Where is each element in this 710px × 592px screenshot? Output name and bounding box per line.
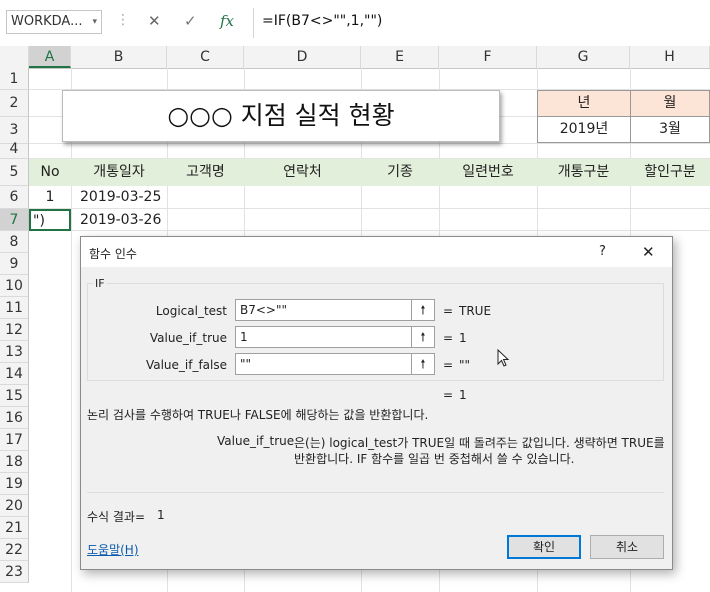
table-header-model[interactable]: 기종 bbox=[361, 159, 439, 186]
month-header-cell[interactable]: 월 bbox=[630, 90, 710, 117]
arg-input-value-if-false[interactable]: "" bbox=[235, 353, 415, 375]
table-header-serial[interactable]: 일련번호 bbox=[439, 159, 537, 186]
dialog-title: 함수 인수 bbox=[89, 247, 137, 261]
arg-label-value-if-true: Value_if_true bbox=[149, 331, 227, 345]
arg-help-line-2: 반환합니다. IF 함수를 일곱 번 중첩해서 쓸 수 있습니다. bbox=[294, 452, 575, 466]
column-header-f[interactable]: F bbox=[439, 46, 537, 68]
equals-sign: = bbox=[443, 358, 454, 372]
column-header-h[interactable]: H bbox=[630, 46, 710, 68]
select-all-corner[interactable] bbox=[0, 46, 29, 68]
column-header-e[interactable]: E bbox=[361, 46, 439, 68]
cell-a6[interactable]: 1 bbox=[29, 186, 71, 209]
formula-result-value: 1 bbox=[157, 508, 165, 522]
equals-sign: = bbox=[443, 388, 454, 402]
arg-result-value-if-false: "" bbox=[459, 358, 471, 372]
function-name-label: IF bbox=[93, 277, 107, 290]
arg-label-logical-test: Logical_test bbox=[155, 304, 227, 318]
ok-button[interactable]: 확인 bbox=[507, 535, 581, 559]
formula-result-label: 수식 결과= bbox=[87, 510, 146, 524]
row-header-21[interactable]: 21 bbox=[0, 517, 29, 539]
formula-buttons: ✕ ✓ fx bbox=[138, 10, 248, 34]
enter-icon[interactable]: ✓ bbox=[184, 12, 197, 30]
row-header-6[interactable]: 6 bbox=[0, 186, 29, 209]
arg-result-value-if-true: 1 bbox=[459, 331, 467, 345]
year-header-cell[interactable]: 년 bbox=[537, 90, 631, 117]
chevron-down-icon[interactable]: ▾ bbox=[92, 11, 97, 33]
overall-result: 1 bbox=[459, 388, 467, 402]
row-header-4[interactable]: 4 bbox=[0, 142, 29, 159]
gridline bbox=[29, 143, 710, 144]
cancel-icon[interactable]: ✕ bbox=[148, 12, 161, 30]
mouse-pointer-icon bbox=[497, 349, 510, 367]
row-header-10[interactable]: 10 bbox=[0, 275, 29, 297]
row-header-23[interactable]: 23 bbox=[0, 561, 29, 583]
row-header-14[interactable]: 14 bbox=[0, 363, 29, 385]
column-header-d[interactable]: D bbox=[244, 46, 361, 68]
cell-b6[interactable]: 2019-03-25 bbox=[80, 186, 161, 209]
cancel-button[interactable]: 취소 bbox=[590, 535, 664, 559]
column-header-b[interactable]: B bbox=[71, 46, 167, 68]
arg-input-value-if-true[interactable]: 1 bbox=[235, 326, 415, 348]
table-header-discount-type[interactable]: 할인구분 bbox=[630, 159, 710, 186]
column-headers: A B C D E F G H bbox=[0, 46, 710, 69]
gridline bbox=[71, 68, 72, 592]
row-header-2[interactable]: 2 bbox=[0, 90, 29, 117]
column-header-g[interactable]: G bbox=[537, 46, 630, 68]
column-header-c[interactable]: C bbox=[167, 46, 244, 68]
cell-a7-active[interactable]: ") bbox=[29, 209, 71, 231]
table-header-date[interactable]: 개통일자 bbox=[71, 159, 167, 186]
help-icon[interactable]: ? bbox=[599, 244, 606, 259]
equals-sign: = bbox=[443, 331, 454, 345]
year-value-cell[interactable]: 2019년 bbox=[537, 116, 631, 143]
row-header-8[interactable]: 8 bbox=[0, 231, 29, 253]
row-header-12[interactable]: 12 bbox=[0, 319, 29, 341]
row-header-17[interactable]: 17 bbox=[0, 429, 29, 451]
row-header-7[interactable]: 7 bbox=[0, 209, 29, 231]
drag-handle-icon[interactable]: ⋮ bbox=[116, 12, 130, 28]
table-header-activation-type[interactable]: 개통구분 bbox=[537, 159, 630, 186]
row-header-3[interactable]: 3 bbox=[0, 117, 29, 144]
row-header-19[interactable]: 19 bbox=[0, 473, 29, 495]
arg-help-name: Value_if_true bbox=[217, 434, 295, 448]
collapse-dialog-icon[interactable]: 🠕 bbox=[411, 353, 435, 375]
arg-label-value-if-false: Value_if_false bbox=[145, 358, 227, 372]
divider bbox=[87, 492, 664, 493]
formula-input[interactable]: =IF(B7<>"",1,"") bbox=[262, 13, 382, 29]
insert-function-icon[interactable]: fx bbox=[220, 12, 234, 30]
title-shape[interactable]: ○○○ 지점 실적 현황 bbox=[62, 90, 500, 142]
row-header-15[interactable]: 15 bbox=[0, 385, 29, 407]
name-box[interactable]: WORKDA... ▾ bbox=[6, 10, 102, 34]
row-header-18[interactable]: 18 bbox=[0, 451, 29, 473]
dialog-title-bar[interactable]: 함수 인수 ? ✕ bbox=[81, 237, 672, 267]
column-header-a[interactable]: A bbox=[29, 46, 71, 68]
name-box-value: WORKDA... bbox=[11, 14, 83, 29]
close-icon[interactable]: ✕ bbox=[642, 243, 655, 261]
formula-bar: WORKDA... ▾ ⋮ ✕ ✓ fx =IF(B7<>"",1,"") bbox=[0, 0, 710, 47]
row-header-20[interactable]: 20 bbox=[0, 495, 29, 517]
row-header-16[interactable]: 16 bbox=[0, 407, 29, 429]
table-header-no[interactable]: No bbox=[29, 159, 71, 186]
row-header-22[interactable]: 22 bbox=[0, 539, 29, 561]
row-header-11[interactable]: 11 bbox=[0, 297, 29, 319]
row-header-1[interactable]: 1 bbox=[0, 68, 29, 90]
cell-b7[interactable]: 2019-03-26 bbox=[80, 209, 161, 231]
collapse-dialog-icon[interactable]: 🠕 bbox=[411, 326, 435, 348]
arg-help-line-1: 은(는) logical_test가 TRUE일 때 돌려주는 값입니다. 생략… bbox=[294, 436, 665, 450]
collapse-dialog-icon[interactable]: 🠕 bbox=[411, 299, 435, 321]
arg-result-logical-test: TRUE bbox=[459, 304, 492, 318]
equals-sign: = bbox=[443, 304, 454, 318]
month-value-cell[interactable]: 3월 bbox=[630, 116, 710, 143]
row-header-13[interactable]: 13 bbox=[0, 341, 29, 363]
row-header-5[interactable]: 5 bbox=[0, 159, 29, 186]
help-link[interactable]: 도움말(H) bbox=[87, 541, 139, 558]
row-header-9[interactable]: 9 bbox=[0, 253, 29, 275]
table-header-customer[interactable]: 고객명 bbox=[167, 159, 244, 186]
table-header-contact[interactable]: 연락처 bbox=[244, 159, 361, 186]
formula-divider bbox=[253, 8, 254, 38]
function-arguments-dialog: 함수 인수 ? ✕ IF Logical_test B7<>"" 🠕 = TRU… bbox=[80, 236, 673, 570]
function-description: 논리 검사를 수행하여 TRUE나 FALSE에 해당하는 값을 반환합니다. bbox=[87, 408, 429, 422]
arg-input-logical-test[interactable]: B7<>"" bbox=[235, 299, 415, 321]
